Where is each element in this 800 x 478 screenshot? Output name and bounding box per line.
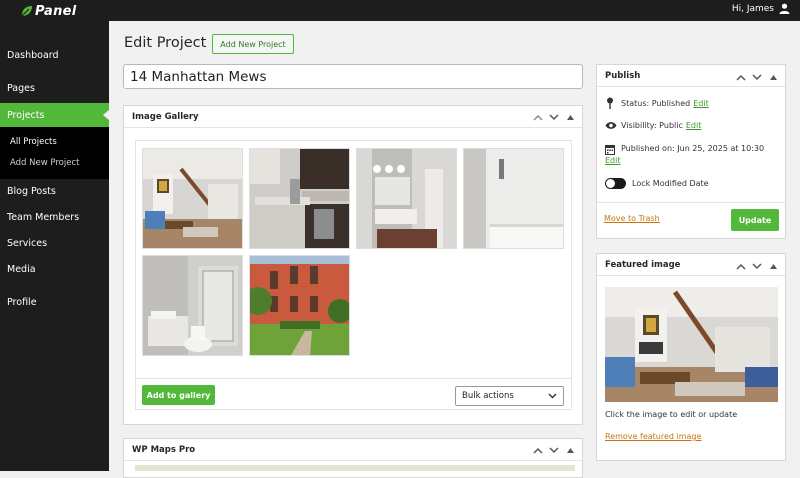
edit-published-on-link[interactable]: Edit (605, 156, 621, 165)
move-down-icon[interactable] (751, 71, 763, 83)
image-gallery-title: Image Gallery (132, 111, 199, 122)
calendar-icon (605, 145, 615, 155)
move-down-icon[interactable] (548, 111, 560, 123)
logo-text: Panel (35, 3, 77, 19)
post-title-input[interactable]: 14 Manhattan Mews (123, 64, 583, 89)
sidebar-item-team-members[interactable]: Team Members (0, 205, 109, 229)
add-new-project-button[interactable]: Add New Project (212, 34, 294, 54)
user-greeting[interactable]: Hi, James (732, 3, 790, 14)
gallery-footer-divider (136, 378, 571, 379)
move-down-icon[interactable] (548, 444, 560, 456)
published-on-label: Published on: Jun 25, 2025 at 10:30 (621, 144, 765, 153)
edit-status-link[interactable]: Edit (693, 99, 709, 108)
status-row: Status: Published Edit (605, 97, 709, 109)
submenu-add-new-project[interactable]: Add New Project (10, 158, 79, 168)
visibility-label: Visibility: Public (621, 121, 683, 130)
edit-visibility-link[interactable]: Edit (686, 121, 702, 130)
published-on-row: Published on: Jun 25, 2025 at 10:30 (605, 143, 781, 155)
gallery-image-bathtub[interactable] (463, 148, 564, 249)
publish-header: Publish (597, 65, 785, 87)
top-bar: Panel Hi, James (0, 0, 800, 21)
collapse-icon[interactable] (767, 260, 779, 272)
update-button[interactable]: Update (731, 209, 779, 231)
featured-image[interactable] (605, 287, 778, 402)
sidebar-item-services[interactable]: Services (0, 231, 109, 255)
chevron-down-icon (548, 393, 557, 399)
image-gallery-header: Image Gallery (124, 106, 582, 128)
remove-featured-image-link[interactable]: Remove featured image (605, 432, 701, 441)
visibility-row: Visibility: Public Edit (605, 121, 701, 130)
move-down-icon[interactable] (751, 260, 763, 272)
wp-maps-header: WP Maps Pro (124, 439, 582, 461)
sidebar-item-blog-posts[interactable]: Blog Posts (0, 179, 109, 203)
logo[interactable]: Panel (20, 3, 77, 19)
add-to-gallery-button[interactable]: Add to gallery (142, 385, 215, 405)
sidebar-item-projects[interactable]: Projects (0, 103, 109, 127)
lock-modified-label: Lock Modified Date (632, 179, 709, 188)
lock-modified-row: Lock Modified Date (605, 178, 709, 189)
collapse-icon[interactable] (564, 111, 576, 123)
bulk-actions-value: Bulk actions (462, 391, 514, 401)
sidebar-item-profile[interactable]: Profile (0, 290, 109, 314)
collapse-icon[interactable] (564, 444, 576, 456)
sidebar-item-dashboard[interactable]: Dashboard (0, 43, 109, 67)
sidebar-item-media[interactable]: Media (0, 257, 109, 281)
eye-icon (605, 122, 617, 129)
featured-image-header: Featured image (597, 254, 785, 276)
leaf-icon (21, 6, 32, 17)
submenu-all-projects[interactable]: All Projects (10, 137, 57, 147)
move-to-trash-link[interactable]: Move to Trash (604, 214, 660, 223)
lock-modified-toggle[interactable] (605, 178, 626, 189)
move-up-icon[interactable] (735, 71, 747, 83)
publish-title: Publish (605, 70, 641, 81)
user-icon (779, 3, 790, 14)
bulk-actions-select[interactable]: Bulk actions (455, 386, 564, 406)
sidebar-item-pages[interactable]: Pages (0, 76, 109, 100)
wp-maps-title: WP Maps Pro (132, 444, 196, 455)
status-label: Status: Published (621, 98, 691, 108)
gallery-image-exterior[interactable] (249, 255, 350, 356)
map-preview[interactable] (135, 465, 575, 471)
featured-image-hint: Click the image to edit or update (605, 410, 738, 419)
move-up-icon[interactable] (735, 260, 747, 272)
pin-icon (607, 97, 613, 109)
move-up-icon[interactable] (532, 444, 544, 456)
gallery-image-bathroom-vanity[interactable] (356, 148, 457, 249)
collapse-icon[interactable] (767, 71, 779, 83)
gallery-image-living-room[interactable] (142, 148, 243, 249)
sidebar: Dashboard Pages Projects All Projects Ad… (0, 21, 109, 471)
featured-image-title: Featured image (605, 259, 681, 270)
gallery-image-bathroom-shower[interactable] (142, 255, 243, 356)
greeting-text: Hi, James (731, 3, 774, 14)
projects-submenu: All Projects Add New Project (0, 127, 109, 179)
move-up-icon[interactable] (532, 111, 544, 123)
gallery-image-kitchen[interactable] (249, 148, 350, 249)
page-title: Edit Project (124, 35, 207, 51)
publish-divider (597, 202, 785, 203)
wp-maps-box: WP Maps Pro (123, 438, 583, 478)
